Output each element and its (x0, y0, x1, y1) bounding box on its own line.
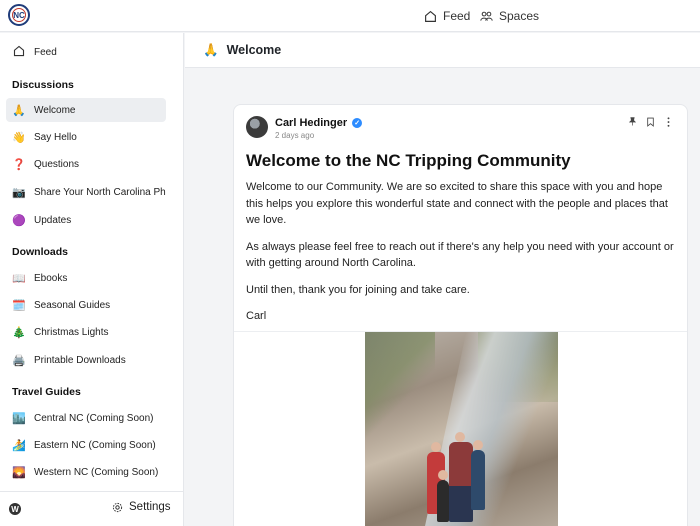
page-title: Welcome (226, 43, 282, 57)
post-card: Carl Hedinger ✓ 2 days ago Welcome to th… (233, 104, 688, 526)
sidebar-item-western-nc[interactable]: 🌄 Western NC (Coming Soon) (6, 460, 166, 484)
post-body: Welcome to our Community. We are so exci… (246, 179, 681, 335)
settings-label: Settings (129, 501, 171, 513)
question-icon: ❓ (12, 158, 26, 171)
post-photo[interactable] (365, 332, 558, 526)
sidebar-footer: W Settings (0, 491, 184, 526)
people-icon (480, 11, 493, 21)
pin-icon[interactable] (627, 117, 637, 130)
sidebar-item-label: Welcome (34, 104, 76, 116)
sidebar-item-label: Ebooks (34, 272, 68, 284)
section-heading-downloads: Downloads (12, 246, 69, 258)
sidebar-item-label: Seasonal Guides (34, 299, 111, 311)
nav-feed-label: Feed (443, 9, 471, 23)
more-icon[interactable] (663, 117, 673, 130)
sidebar-item-questions[interactable]: ❓ Questions (6, 152, 166, 176)
home-icon (12, 45, 26, 60)
wave-icon: 👋 (12, 131, 26, 144)
sidebar-item-label: Questions (34, 158, 80, 170)
author-name[interactable]: Carl Hedinger ✓ (275, 117, 363, 129)
post-paragraph: Welcome to our Community. We are so exci… (246, 181, 668, 226)
sidebar: Feed Discussions 🙏 Welcome 👋 Say Hello ❓… (0, 33, 184, 526)
top-bar: NC Feed Spaces (0, 0, 700, 32)
bookmark-icon[interactable] (645, 117, 655, 130)
sidebar-item-label: Central NC (Coming Soon) (34, 412, 154, 424)
section-heading-travel-guides: Travel Guides (12, 386, 81, 398)
community-logo[interactable]: NC (8, 4, 30, 26)
sidebar-item-label: Printable Downloads (34, 354, 126, 366)
book-icon: 📖 (12, 272, 26, 285)
post-timestamp: 2 days ago (275, 131, 315, 140)
pray-icon: 🙏 (12, 104, 26, 117)
purple-circle-icon: 🟣 (12, 214, 26, 227)
sidebar-item-label: Eastern NC (Coming Soon) (34, 439, 156, 451)
nav-spaces-label: Spaces (499, 9, 540, 23)
sidebar-item-feed[interactable]: Feed (6, 40, 166, 64)
pray-icon: 🙏 (203, 42, 219, 57)
sidebar-item-label: Updates (34, 214, 72, 226)
sidebar-item-updates[interactable]: 🟣 Updates (6, 208, 166, 232)
nav-spaces[interactable]: Spaces (480, 0, 539, 32)
sidebar-item-ebooks[interactable]: 📖 Ebooks (6, 266, 166, 290)
settings-button[interactable]: Settings (112, 501, 171, 513)
sidebar-item-label: Christmas Lights (34, 326, 109, 338)
post-actions (627, 117, 673, 130)
author-name-text: Carl Hedinger (275, 117, 348, 129)
printer-icon: 🖨️ (12, 354, 26, 367)
verified-badge-icon: ✓ (352, 118, 363, 128)
surfer-icon: 🏄 (12, 439, 26, 452)
space-header: 🙏 Welcome (185, 33, 700, 68)
sidebar-item-say-hello[interactable]: 👋 Say Hello (6, 125, 166, 149)
camera-icon: 📷 (12, 186, 26, 199)
home-icon (425, 10, 436, 22)
post-paragraph: Until then, thank you for joining and ta… (246, 283, 470, 296)
mountain-sunrise-icon: 🌄 (12, 466, 26, 479)
post-title: Welcome to the NC Tripping Community (246, 151, 571, 170)
sidebar-item-share-photos[interactable]: 📷 Share Your North Carolina Ph... (6, 180, 166, 204)
sidebar-item-label: Share Your North Carolina Ph... (34, 186, 166, 198)
post-paragraph: As always please feel free to reach out … (246, 240, 674, 270)
city-icon: 🏙️ (12, 412, 26, 425)
calendar-icon: 🗓️ (12, 299, 26, 312)
sidebar-item-label: Say Hello (34, 131, 77, 143)
sidebar-item-label: Feed (34, 46, 57, 58)
avatar[interactable] (246, 116, 268, 138)
sidebar-item-central-nc[interactable]: 🏙️ Central NC (Coming Soon) (6, 406, 166, 430)
sidebar-item-welcome[interactable]: 🙏 Welcome (6, 98, 166, 122)
nav-feed[interactable]: Feed (424, 0, 470, 32)
section-heading-discussions: Discussions (12, 79, 74, 91)
wordpress-icon[interactable]: W (9, 503, 21, 515)
sidebar-item-christmas-lights[interactable]: 🎄 Christmas Lights (6, 320, 166, 344)
sidebar-item-printable-downloads[interactable]: 🖨️ Printable Downloads (6, 348, 166, 372)
sidebar-item-seasonal-guides[interactable]: 🗓️ Seasonal Guides (6, 293, 166, 317)
post-signature: Carl (246, 310, 267, 322)
christmas-tree-icon: 🎄 (12, 326, 26, 339)
sidebar-item-eastern-nc[interactable]: 🏄 Eastern NC (Coming Soon) (6, 433, 166, 457)
gear-icon (112, 502, 123, 512)
sidebar-item-label: Western NC (Coming Soon) (34, 466, 159, 478)
